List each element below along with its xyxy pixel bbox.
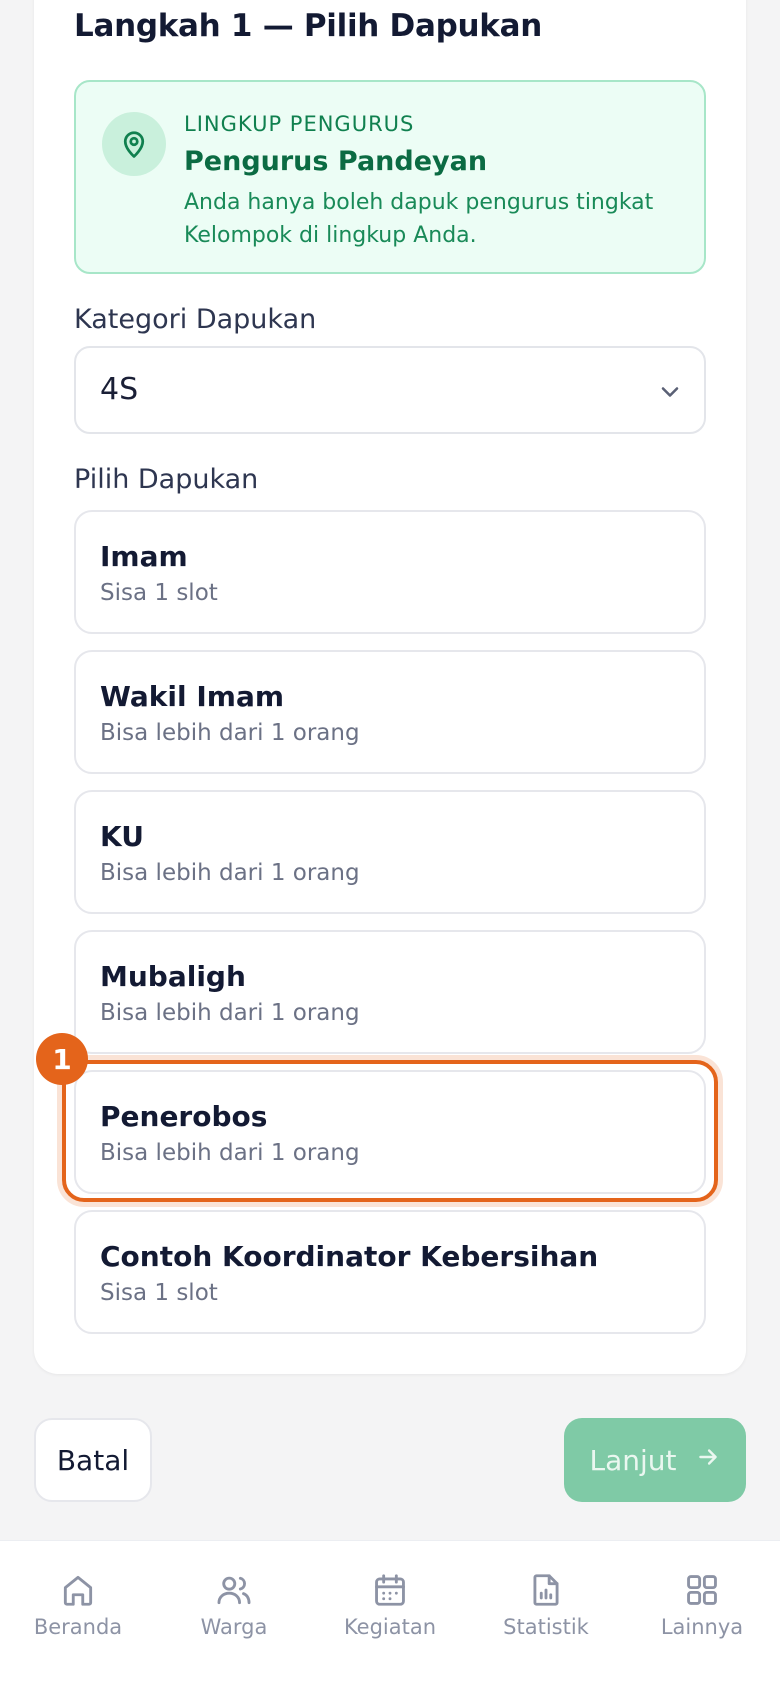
scope-info-box: LINGKUP PENGURUS Pengurus Pandeyan Anda … [74, 80, 706, 274]
cancel-button[interactable]: Batal [34, 1418, 152, 1502]
option-name: Contoh Koordinator Kebersihan [100, 1240, 599, 1273]
position-option-imam[interactable]: Imam Sisa 1 slot [74, 510, 706, 634]
option-name: Imam [100, 540, 188, 573]
nav-item-statistik[interactable]: Statistik [476, 1571, 616, 1639]
nav-label: Warga [200, 1615, 268, 1639]
option-note: Bisa lebih dari 1 orang [100, 1000, 360, 1026]
positions-label: Pilih Dapukan [74, 464, 259, 495]
nav-label: Lainnya [660, 1615, 744, 1639]
next-button[interactable]: Lanjut [564, 1418, 746, 1502]
option-note: Bisa lebih dari 1 orang [100, 720, 360, 746]
arrow-right-icon [695, 1444, 721, 1477]
nav-item-warga[interactable]: Warga [164, 1571, 304, 1639]
annotation-highlight [62, 1060, 718, 1202]
position-option-wakil-imam[interactable]: Wakil Imam Bisa lebih dari 1 orang [74, 650, 706, 774]
position-option-koordinator-kebersihan[interactable]: Contoh Koordinator Kebersihan Sisa 1 slo… [74, 1210, 706, 1334]
bottom-navigation: Beranda Warga Kegiatan Statistik Lainnya [0, 1540, 780, 1688]
step-title: Langkah 1 — Pilih Dapukan [74, 8, 542, 44]
category-label: Kategori Dapukan [74, 304, 317, 335]
annotation-badge: 1 [36, 1033, 88, 1085]
scope-caption: LINGKUP PENGURUS [184, 112, 415, 136]
nav-label: Kegiatan [343, 1615, 437, 1639]
nav-label: Beranda [33, 1615, 123, 1639]
nav-item-lainnya[interactable]: Lainnya [632, 1571, 772, 1639]
nav-item-beranda[interactable]: Beranda [8, 1571, 148, 1639]
home-icon [8, 1571, 148, 1609]
category-select[interactable]: 4S [74, 346, 706, 434]
position-option-ku[interactable]: KU Bisa lebih dari 1 orang [74, 790, 706, 914]
position-option-mubaligh[interactable]: Mubaligh Bisa lebih dari 1 orang [74, 930, 706, 1054]
option-name: Wakil Imam [100, 680, 285, 713]
map-pin-icon [102, 112, 166, 176]
option-note: Sisa 1 slot [100, 580, 218, 606]
option-note: Bisa lebih dari 1 orang [100, 860, 360, 886]
chevron-down-icon [656, 378, 684, 410]
report-chart-icon [476, 1571, 616, 1609]
category-select-value: 4S [100, 372, 139, 407]
option-name: KU [100, 820, 144, 853]
option-name: Mubaligh [100, 960, 246, 993]
users-icon [164, 1571, 304, 1609]
next-button-label: Lanjut [589, 1443, 677, 1477]
grid-icon [632, 1571, 772, 1609]
scope-description: Anda hanya boleh dapuk pengurus tingkat … [184, 190, 654, 248]
scope-title: Pengurus Pandeyan [184, 146, 488, 177]
nav-item-kegiatan[interactable]: Kegiatan [320, 1571, 460, 1639]
calendar-icon [320, 1571, 460, 1609]
nav-label: Statistik [503, 1615, 589, 1639]
option-note: Sisa 1 slot [100, 1280, 218, 1306]
